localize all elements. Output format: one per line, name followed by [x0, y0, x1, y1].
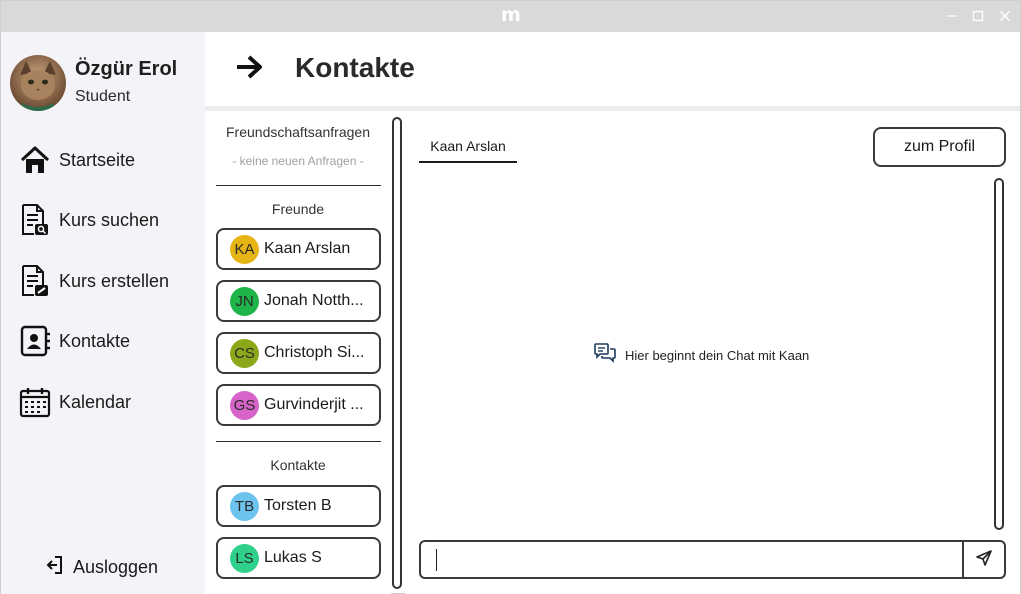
close-icon[interactable]	[996, 7, 1014, 25]
contacts-scrollbar[interactable]	[392, 117, 402, 589]
friend-item-jonah[interactable]: JN Jonah Notth...	[216, 280, 381, 322]
logout-icon	[46, 555, 64, 579]
requests-title: Freundschaftsanfragen	[226, 124, 370, 140]
contact-name: Gurvinderjit ...	[264, 396, 364, 413]
sidebar-item-label: Startseite	[59, 149, 136, 170]
contact-book-icon	[19, 325, 51, 357]
divider	[216, 441, 381, 442]
contact-name: Torsten B	[264, 497, 332, 514]
contact-initials-badge: JN	[230, 286, 259, 316]
app-logo: m	[501, 4, 521, 26]
contact-initials-badge: GS	[230, 390, 259, 420]
contact-name: Kaan Arslan	[264, 240, 351, 257]
friend-item-christoph[interactable]: CS Christoph Si...	[216, 332, 381, 374]
friends-title: Freunde	[271, 201, 325, 217]
title-bar: m	[1, 1, 1020, 32]
sidebar-item-kontakte[interactable]: Kontakte	[1, 316, 205, 366]
maximize-icon[interactable]	[969, 7, 987, 25]
user-role: Student	[75, 88, 131, 105]
sidebar-item-label: Kurs suchen	[59, 209, 160, 230]
contact-initials-badge: LS	[230, 543, 259, 573]
text-caret	[436, 549, 437, 571]
chat-tab-active[interactable]: Kaan Arslan	[419, 138, 517, 163]
contact-initials-badge: KA	[230, 234, 259, 264]
sidebar-item-kurs-erstellen[interactable]: Kurs erstellen	[1, 256, 205, 306]
contact-name: Jonah Notth...	[264, 292, 364, 309]
chat-bubbles-icon	[594, 343, 616, 367]
message-composer	[419, 540, 1006, 579]
friend-item-kaan-arslan[interactable]: KA Kaan Arslan	[216, 228, 381, 270]
calendar-icon	[19, 386, 51, 418]
home-icon	[19, 144, 51, 176]
contact-item-torsten[interactable]: TB Torsten B	[216, 485, 381, 527]
sidebar-item-kalendar[interactable]: Kalendar	[1, 377, 205, 427]
page-header: Kontakte	[205, 32, 1020, 106]
chat-panel: Kaan Arslan zum Profil Hier beginnt dein…	[406, 111, 1020, 594]
sidebar-item-label: Kalendar	[59, 391, 132, 412]
logout-label: Ausloggen	[73, 556, 159, 577]
send-icon	[975, 549, 993, 571]
sidebar-item-startseite[interactable]: Startseite	[1, 135, 205, 185]
page-title: Kontakte	[295, 52, 415, 83]
send-button[interactable]	[962, 542, 1004, 577]
contact-item-lukas[interactable]: LS Lukas S	[216, 537, 381, 579]
document-edit-icon	[19, 265, 51, 297]
user-name: Özgür Erol	[75, 58, 178, 80]
contact-name: Lukas S	[264, 549, 322, 566]
sidebar-item-label: Kurs erstellen	[59, 270, 170, 291]
contact-name: Christoph Si...	[264, 344, 365, 361]
contacts-title: Kontakte	[270, 457, 326, 473]
contact-initials-badge: TB	[230, 491, 259, 521]
chat-scrollbar[interactable]	[994, 178, 1004, 530]
sidebar-item-label: Kontakte	[59, 330, 131, 351]
divider	[216, 185, 381, 186]
to-profile-button[interactable]: zum Profil	[873, 127, 1006, 167]
logout-button[interactable]: Ausloggen	[46, 555, 158, 579]
arrow-right-icon[interactable]	[235, 54, 263, 84]
contact-initials-badge: CS	[230, 338, 259, 368]
minimize-icon[interactable]	[943, 7, 961, 25]
message-input[interactable]	[421, 542, 962, 577]
requests-note: - keine neuen Anfragen -	[232, 154, 364, 168]
contacts-panel: Freundschaftsanfragen - keine neuen Anfr…	[205, 111, 391, 594]
avatar[interactable]	[10, 55, 66, 111]
document-search-icon	[19, 204, 51, 236]
chat-empty-state: Hier beginnt dein Chat mit Kaan	[594, 343, 809, 367]
app-window: m Özgür Erol Student Startseite Kurs suc…	[0, 0, 1021, 594]
sidebar: Özgür Erol Student Startseite Kurs suche…	[1, 32, 205, 594]
friend-item-gurvinderjit[interactable]: GS Gurvinderjit ...	[216, 384, 381, 426]
chat-empty-text: Hier beginnt dein Chat mit Kaan	[625, 347, 810, 363]
sidebar-item-kurs-suchen[interactable]: Kurs suchen	[1, 195, 205, 245]
